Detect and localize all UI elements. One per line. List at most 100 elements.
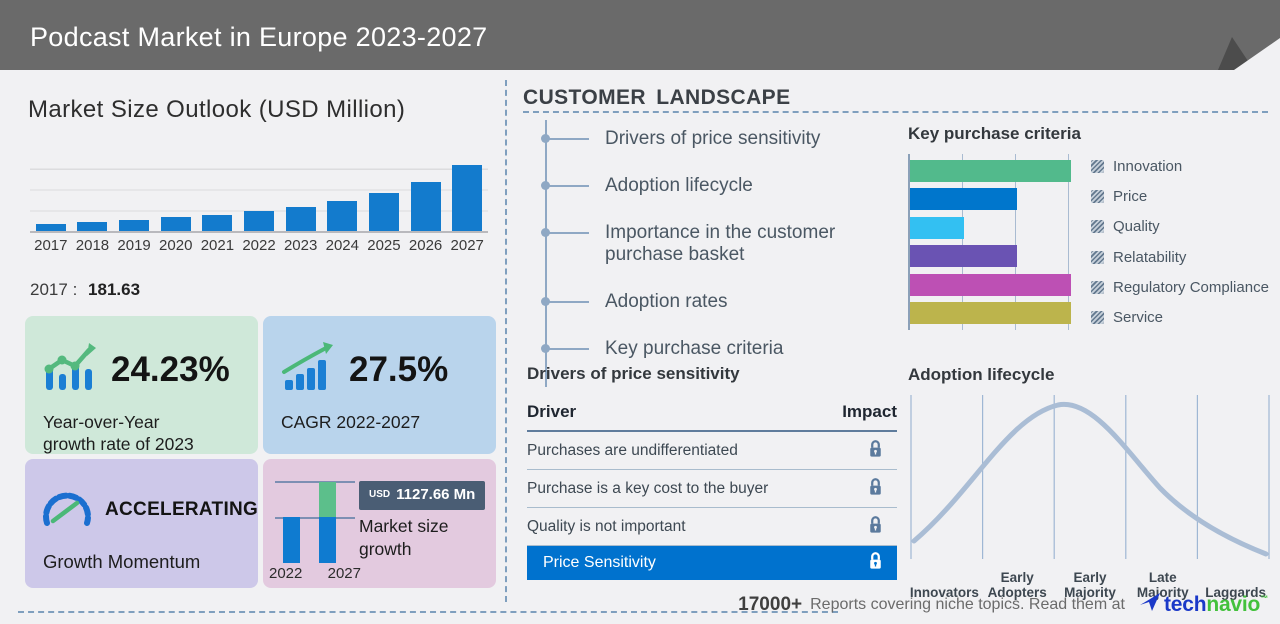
mini-chart-year-labels: 2022 2027	[269, 565, 361, 582]
bar-slot-2022	[238, 150, 280, 231]
drivers-table-body: Purchases are undifferentiated Purchase i…	[527, 432, 897, 546]
cagr-value: 27.5%	[349, 350, 448, 390]
x-tick-2021: 2021	[197, 237, 239, 254]
legend-item-service: Service	[1091, 309, 1269, 326]
bar-2021	[202, 215, 232, 232]
kpc-bar-quality	[910, 217, 964, 239]
report-count: 17000+	[738, 594, 802, 616]
mini-chart-topline	[275, 481, 355, 483]
lock-icon	[868, 477, 883, 501]
legend-hatch-swatch	[1091, 251, 1104, 264]
legend-hatch-swatch	[1091, 281, 1104, 294]
cagr-card: 27.5% CAGR 2022-2027	[263, 316, 496, 454]
legend-item-relatability: Relatability	[1091, 249, 1269, 266]
speedometer-icon	[41, 487, 93, 532]
bar-slot-2023	[280, 150, 322, 231]
legend-hatch-swatch	[1091, 190, 1104, 203]
technavio-logo[interactable]: technavio™	[1139, 592, 1268, 617]
landscape-item-3: Importance in the customer purchase bask…	[547, 222, 905, 268]
market-size-growth-card: 2022 2027 USD1127.66 Mn Market size grow…	[263, 459, 496, 588]
x-tick-2026: 2026	[405, 237, 447, 254]
x-tick-2019: 2019	[113, 237, 155, 254]
lock-icon	[868, 515, 883, 539]
bar-slot-2026	[405, 150, 447, 231]
growth-momentum-card: ACCELERATING Growth Momentum	[25, 459, 258, 588]
market-size-chart-x-axis: 2017201820192020202120222023202420252026…	[30, 237, 488, 254]
impact-column-header: Impact	[842, 402, 897, 422]
kpc-bar-price	[910, 188, 1017, 210]
market-size-chart: 2017201820192020202120222023202420252026…	[30, 150, 488, 258]
bar-slot-2017	[30, 150, 72, 231]
base-year-value: 181.63	[88, 280, 140, 299]
mini-bar-2027-base	[319, 517, 336, 563]
page-title: Podcast Market in Europe 2023-2027	[30, 22, 487, 53]
x-tick-2022: 2022	[238, 237, 280, 254]
kpc-bar-service	[910, 302, 1071, 324]
bar-2026	[411, 182, 441, 231]
landscape-item-4: Adoption rates	[547, 291, 905, 314]
x-tick-2027: 2027	[446, 237, 488, 254]
legend-item-price: Price	[1091, 188, 1269, 205]
legend-label: Relatability	[1113, 249, 1186, 266]
footer-message: Reports covering niche topics. Read them…	[810, 596, 1125, 614]
adoption-lifecycle-chart	[908, 391, 1272, 559]
adoption-lifecycle-panel: Adoption lifecycle InnovatorsEarly Adopt…	[908, 365, 1272, 603]
x-tick-2020: 2020	[155, 237, 197, 254]
key-purchase-criteria-chart	[908, 154, 1069, 330]
kpc-bar-regulatory-compliance	[910, 274, 1071, 296]
bar-2020	[161, 217, 191, 231]
legend-hatch-swatch	[1091, 220, 1104, 233]
bar-slot-2019	[113, 150, 155, 231]
market-size-chart-plot	[30, 150, 488, 233]
driver-row-label: Purchases are undifferentiated	[527, 442, 738, 460]
legend-label: Regulatory Compliance	[1113, 279, 1269, 296]
x-tick-2025: 2025	[363, 237, 405, 254]
bar-2017	[36, 224, 66, 232]
kpc-bar-relatability	[910, 245, 1017, 267]
bar-2023	[286, 207, 316, 232]
base-year-note: 2017 : 181.63	[30, 280, 140, 300]
cagr-caption: CAGR 2022-2027	[263, 397, 496, 433]
legend-item-innovation: Innovation	[1091, 158, 1269, 175]
lock-icon	[868, 551, 883, 575]
bar-slot-2020	[155, 150, 197, 231]
driver-row-2: Purchase is a key cost to the buyer	[527, 470, 897, 508]
price-sensitivity-title: Drivers of price sensitivity	[527, 364, 897, 384]
yoy-growth-caption: Year-over-Year growth rate of 2023	[25, 397, 258, 456]
x-tick-2017: 2017	[30, 237, 72, 254]
bar-slot-2025	[363, 150, 405, 231]
technavio-arrow-icon	[1139, 592, 1161, 617]
bar-2025	[369, 193, 399, 231]
bar-trend-icon	[43, 342, 99, 397]
key-purchase-criteria-legend: Innovation Price Quality Relatability Regula…	[1091, 154, 1269, 330]
yoy-growth-value: 24.23%	[111, 350, 230, 390]
growth-arrow-icon	[281, 342, 337, 397]
footer-divider	[18, 611, 838, 613]
column-divider	[505, 80, 507, 602]
growth-value-badge: USD1127.66 Mn	[359, 481, 485, 510]
key-purchase-criteria-panel: Key purchase criteria Innovation Price Qua…	[908, 124, 1270, 330]
logo-text-tech: tech	[1164, 593, 1206, 616]
legend-hatch-swatch	[1091, 311, 1104, 324]
mini-bar-2022	[283, 517, 300, 563]
key-purchase-criteria-title: Key purchase criteria	[908, 124, 1270, 144]
yoy-growth-card: 24.23% Year-over-Year growth rate of 202…	[25, 316, 258, 454]
drivers-table-header: Driver Impact	[527, 402, 897, 432]
legend-item-regulatory-compliance: Regulatory Compliance	[1091, 279, 1269, 296]
legend-label: Quality	[1113, 218, 1160, 235]
driver-row-3: Quality is not important	[527, 508, 897, 546]
customer-landscape-list: Drivers of price sensitivityAdoption lif…	[545, 120, 905, 387]
driver-row-label: Quality is not important	[527, 518, 686, 536]
landscape-item-5: Key purchase criteria	[547, 338, 905, 361]
bar-2018	[77, 222, 107, 231]
driver-row-label: Purchase is a key cost to the buyer	[527, 480, 768, 498]
legend-item-quality: Quality	[1091, 218, 1269, 235]
legend-label: Service	[1113, 309, 1163, 326]
landscape-item-1: Drivers of price sensitivity	[547, 128, 905, 151]
x-tick-2023: 2023	[280, 237, 322, 254]
badge-currency: USD	[369, 489, 390, 500]
bell-curve	[908, 391, 1272, 559]
kpc-bar-innovation	[910, 160, 1071, 182]
customer-landscape-rule	[523, 111, 1268, 113]
logo-trademark: ™	[1260, 594, 1268, 603]
